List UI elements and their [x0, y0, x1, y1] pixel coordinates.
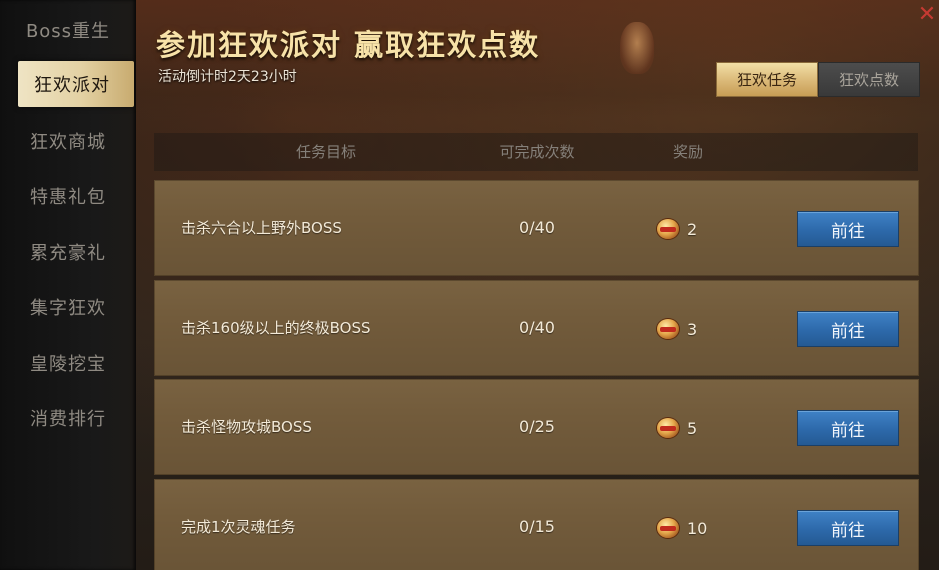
table-header: 任务目标 可完成次数 奖励: [154, 133, 918, 171]
table-row: 击杀六合以上野外BOSS 0/40 2 前往: [154, 180, 919, 276]
carnival-coin-icon: [657, 518, 679, 538]
go-button-label: 前往: [831, 321, 865, 342]
reward-amount: 2: [687, 219, 698, 239]
close-icon[interactable]: ✕: [916, 4, 938, 26]
sidebar-item-carnival-party[interactable]: 狂欢派对: [18, 61, 134, 107]
task-target: 完成1次灵魂任务: [181, 518, 296, 536]
sidebar-item-tomb-treasure[interactable]: 皇陵挖宝: [0, 337, 136, 389]
sidebar-item-label: 集字狂欢: [30, 298, 106, 319]
sidebar-item-label: 狂欢派对: [34, 75, 110, 96]
task-count: 0/15: [519, 517, 555, 536]
task-count: 0/25: [519, 417, 555, 436]
task-target: 击杀160级以上的终极BOSS: [181, 319, 371, 337]
go-button[interactable]: 前往: [797, 311, 899, 347]
carnival-coin-icon: [657, 219, 679, 239]
task-reward: 3: [657, 318, 697, 340]
event-countdown: 活动倒计时2天23小时: [158, 69, 297, 85]
column-header-count: 可完成次数: [499, 143, 575, 161]
go-button-label: 前往: [831, 420, 865, 441]
column-header-reward: 奖励: [672, 143, 704, 161]
table-row: 完成1次灵魂任务 0/15 10 前往: [154, 479, 919, 570]
column-header-target: 任务目标: [295, 143, 357, 161]
event-window: Boss重生 狂欢派对 狂欢商城 特惠礼包 累充豪礼 集字狂欢 皇陵挖宝 消费排…: [0, 0, 939, 570]
page-title: 参加狂欢派对 赢取狂欢点数: [156, 28, 541, 62]
tab-carnival-points[interactable]: 狂欢点数: [818, 62, 920, 97]
table-row: 击杀怪物攻城BOSS 0/25 5 前往: [154, 379, 919, 475]
sidebar-item-spending-rank[interactable]: 消费排行: [0, 392, 136, 444]
reward-amount: 5: [687, 418, 698, 438]
carnival-coin-icon: [657, 418, 679, 438]
task-count: 0/40: [519, 218, 555, 237]
sidebar-item-discount-pack[interactable]: 特惠礼包: [0, 170, 136, 222]
task-reward: 5: [657, 417, 697, 439]
task-target: 击杀六合以上野外BOSS: [181, 219, 342, 237]
task-target: 击杀怪物攻城BOSS: [181, 418, 312, 436]
task-reward: 10: [657, 517, 707, 539]
go-button[interactable]: 前往: [797, 211, 899, 247]
go-button[interactable]: 前往: [797, 410, 899, 446]
tab-carnival-tasks[interactable]: 狂欢任务: [716, 62, 818, 97]
main-panel: 参加狂欢派对 赢取狂欢点数 活动倒计时2天23小时 ✕ 狂欢任务 狂欢点数 任务…: [136, 0, 939, 570]
go-button[interactable]: 前往: [797, 510, 899, 546]
sidebar-item-label: 消费排行: [30, 409, 106, 430]
carnival-coin-icon: [657, 319, 679, 339]
lantern-decoration: [620, 22, 654, 74]
go-button-label: 前往: [831, 221, 865, 242]
table-row: 击杀160级以上的终极BOSS 0/40 3 前往: [154, 280, 919, 376]
sidebar-item-boss-respawn[interactable]: Boss重生: [0, 4, 136, 56]
reward-amount: 10: [687, 518, 708, 538]
task-count: 0/40: [519, 318, 555, 337]
sidebar-item-carnival-shop[interactable]: 狂欢商城: [0, 115, 136, 167]
sidebar: Boss重生 狂欢派对 狂欢商城 特惠礼包 累充豪礼 集字狂欢 皇陵挖宝 消费排…: [0, 0, 136, 570]
task-reward: 2: [657, 218, 697, 240]
sidebar-item-label: 狂欢商城: [30, 132, 106, 153]
go-button-label: 前往: [831, 520, 865, 541]
tab-label: 狂欢任务: [736, 71, 797, 89]
reward-amount: 3: [687, 319, 698, 339]
sidebar-item-label: Boss重生: [25, 21, 111, 42]
sidebar-item-recharge-gifts[interactable]: 累充豪礼: [0, 226, 136, 278]
sidebar-item-label: 皇陵挖宝: [30, 354, 106, 375]
sidebar-item-label: 特惠礼包: [30, 187, 106, 208]
sidebar-item-word-collect[interactable]: 集字狂欢: [0, 281, 136, 333]
tab-label: 狂欢点数: [838, 71, 899, 89]
sidebar-item-label: 累充豪礼: [30, 243, 106, 264]
